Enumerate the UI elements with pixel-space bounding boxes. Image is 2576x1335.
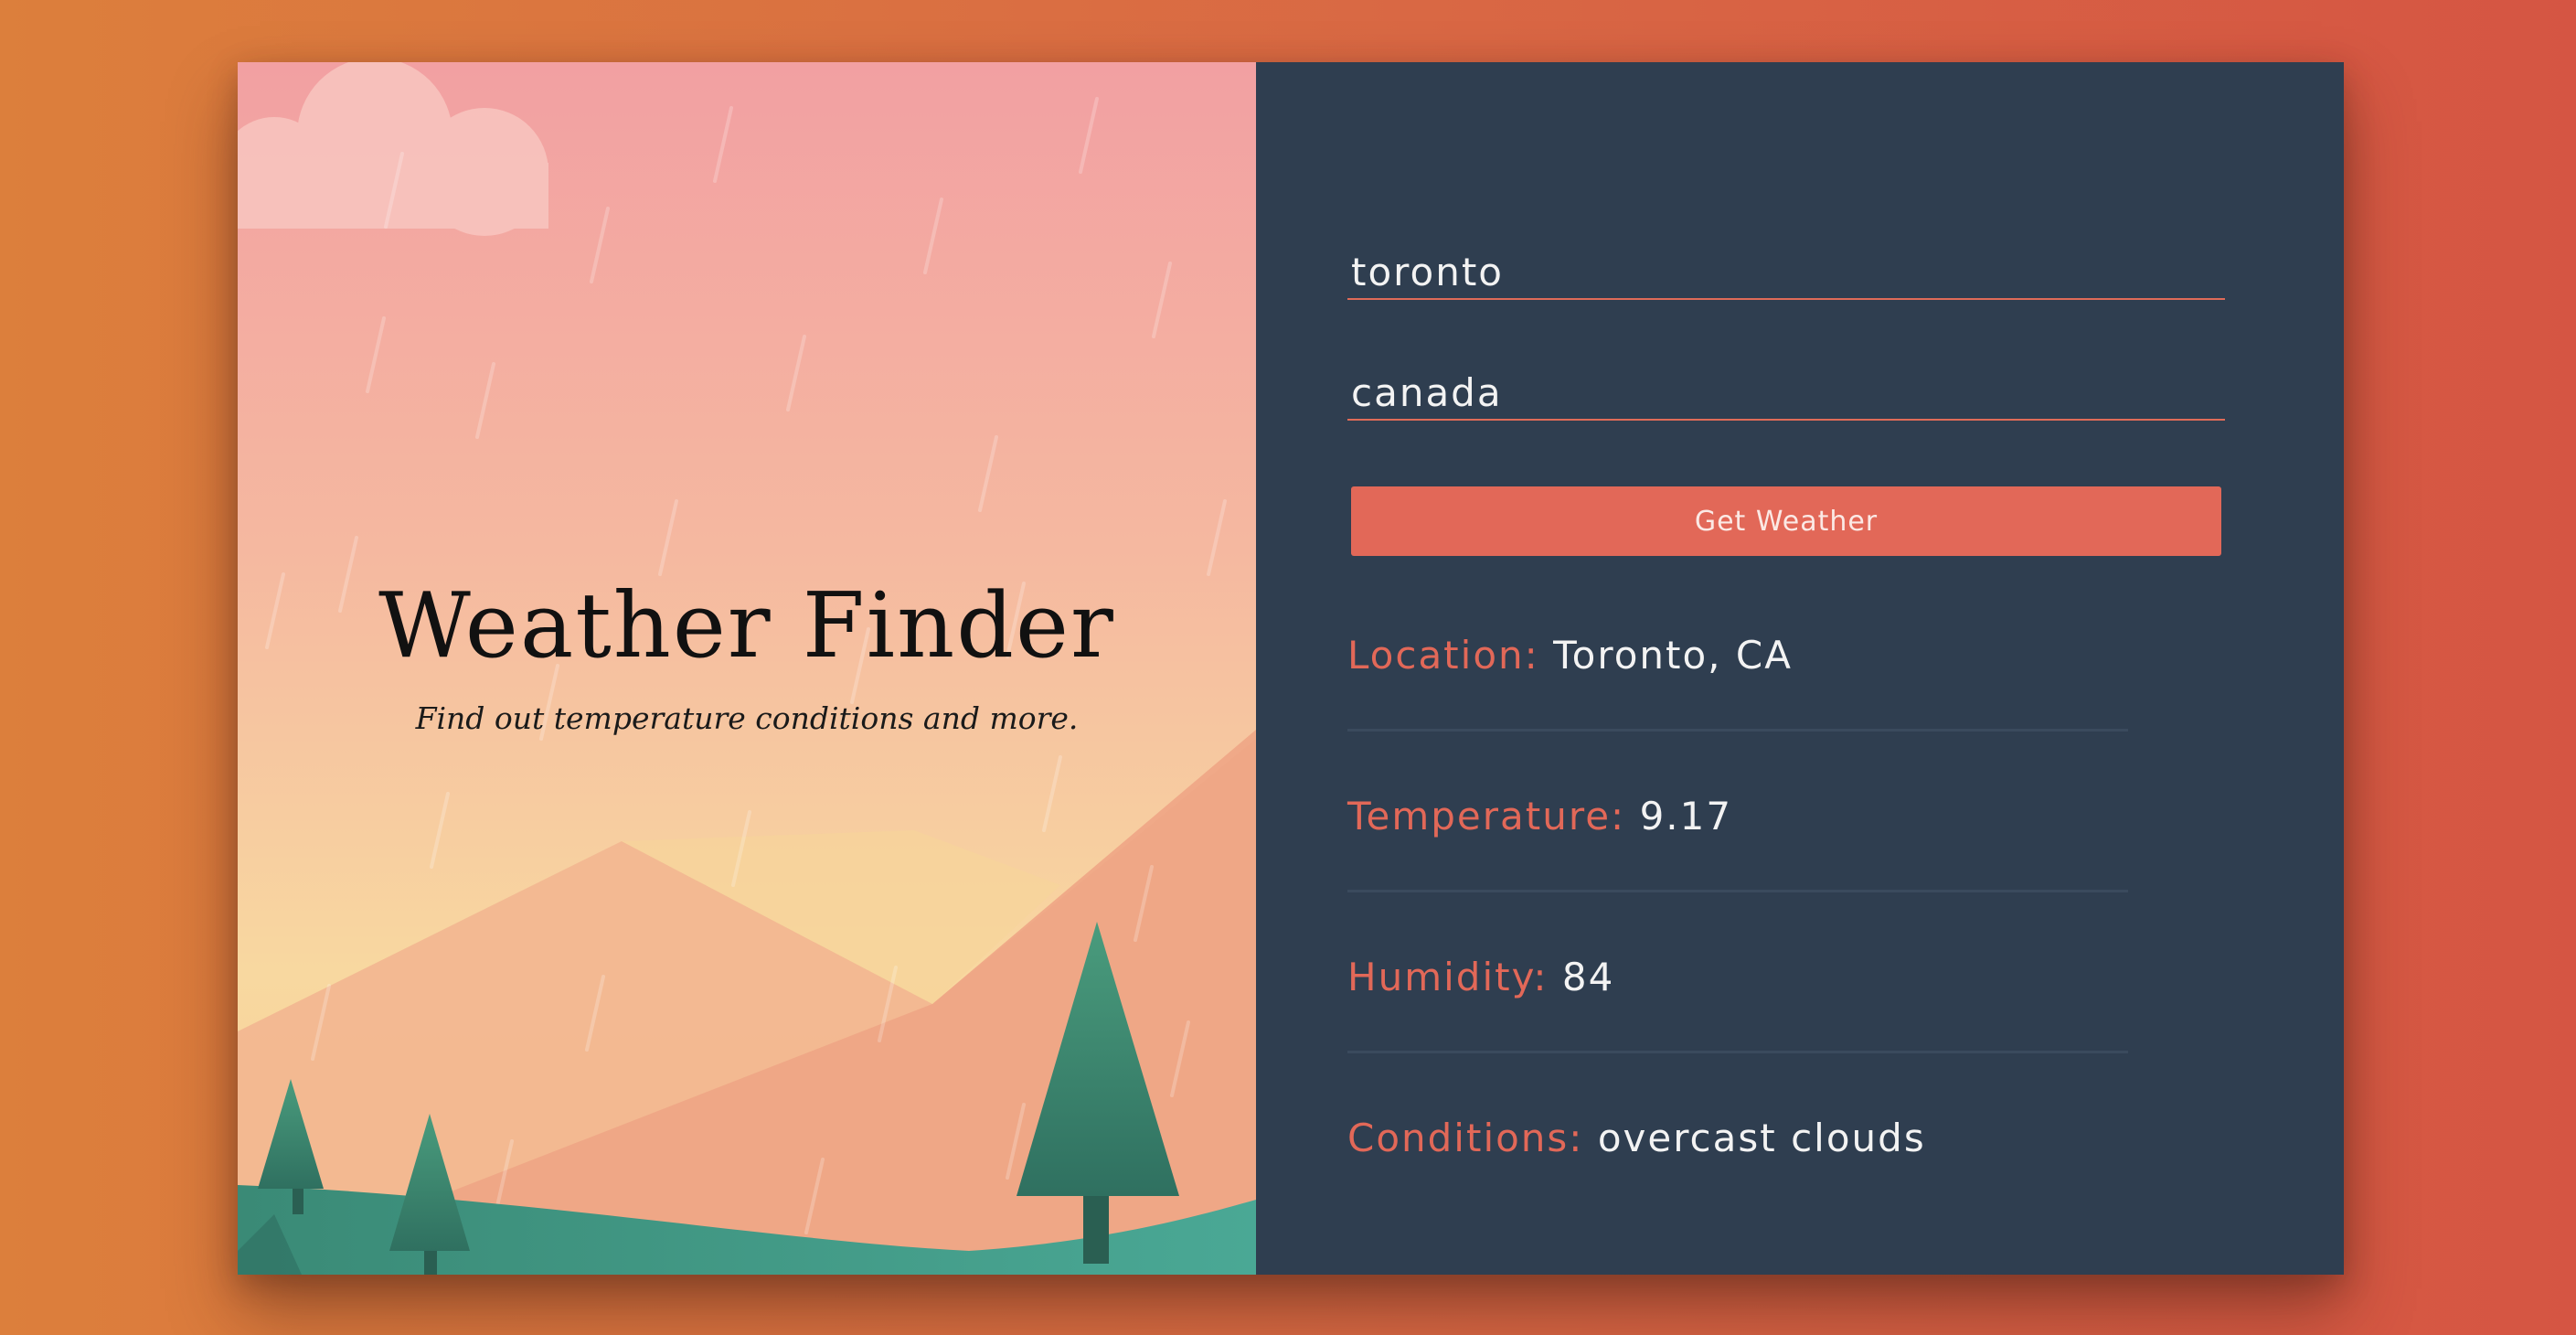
get-weather-button[interactable]: Get Weather [1351, 486, 2221, 556]
app-title: Weather Finder [378, 574, 1115, 678]
location-label: Location: [1347, 633, 1554, 678]
temperature-label: Temperature: [1347, 794, 1640, 838]
location-result: Location: Toronto, CA [1347, 633, 2128, 732]
weather-illustration: Weather Finder Find out temperature cond… [238, 62, 1256, 1275]
city-input[interactable] [1347, 245, 2225, 300]
app-subtitle: Find out temperature conditions and more… [415, 700, 1079, 736]
weather-card: Weather Finder Find out temperature cond… [238, 62, 2344, 1275]
humidity-result: Humidity: 84 [1347, 955, 2128, 1053]
humidity-label: Humidity: [1347, 955, 1562, 999]
humidity-value: 84 [1561, 955, 1615, 999]
weather-form-panel: Get Weather Location: Toronto, CA Temper… [1256, 62, 2344, 1275]
conditions-value: overcast clouds [1597, 1116, 1926, 1160]
country-input[interactable] [1347, 366, 2225, 421]
conditions-label: Conditions: [1347, 1116, 1598, 1160]
temperature-result: Temperature: 9.17 [1347, 794, 2128, 892]
location-value: Toronto, CA [1553, 633, 1793, 678]
conditions-result: Conditions: overcast clouds [1347, 1116, 2128, 1214]
temperature-value: 9.17 [1639, 794, 1733, 838]
